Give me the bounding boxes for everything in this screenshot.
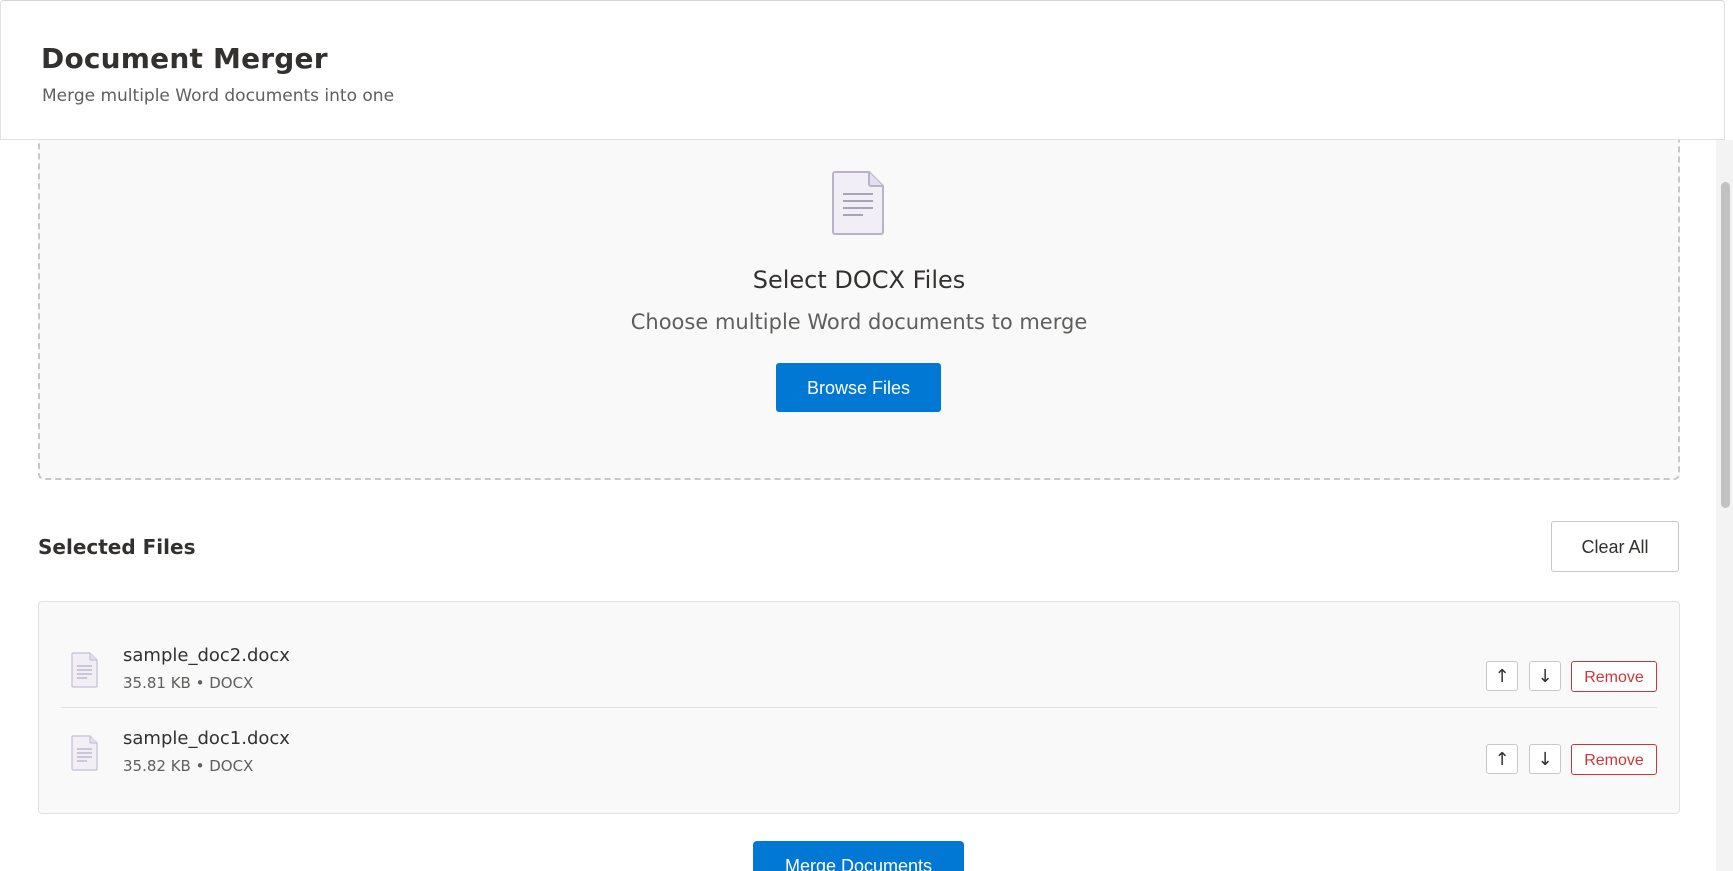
app-header: Document Merger Merge multiple Word docu… — [0, 0, 1725, 140]
merge-documents-button[interactable]: Merge Documents — [753, 841, 964, 871]
move-up-button[interactable]: ↑ — [1486, 661, 1518, 691]
file-name: sample_doc2.docx — [123, 645, 290, 666]
file-item: sample_doc2.docx 35.81 KB • DOCX ↑ ↓ Rem… — [61, 623, 1657, 708]
clear-all-button[interactable]: Clear All — [1551, 521, 1679, 572]
app-title: Document Merger — [41, 42, 328, 75]
move-down-button[interactable]: ↓ — [1529, 744, 1561, 774]
document-icon — [71, 652, 98, 688]
document-icon — [71, 735, 98, 771]
dropzone-subtitle: Choose multiple Word documents to merge — [630, 310, 1088, 334]
move-up-button[interactable]: ↑ — [1486, 744, 1518, 774]
file-meta: 35.82 KB • DOCX — [123, 757, 254, 775]
selected-files-heading: Selected Files — [38, 535, 196, 559]
selected-files-list: sample_doc2.docx 35.81 KB • DOCX ↑ ↓ Rem… — [38, 601, 1680, 814]
remove-file-button[interactable]: Remove — [1571, 661, 1657, 692]
dropzone-title: Select DOCX Files — [752, 266, 966, 294]
app-subtitle: Merge multiple Word documents into one — [42, 86, 395, 106]
remove-file-button[interactable]: Remove — [1571, 744, 1657, 775]
file-item: sample_doc1.docx 35.82 KB • DOCX ↑ ↓ Rem… — [61, 708, 1657, 792]
browse-files-button[interactable]: Browse Files — [776, 363, 941, 412]
document-merger-app: Select DOCX Files Choose multiple Word d… — [0, 0, 1733, 871]
move-down-button[interactable]: ↓ — [1529, 661, 1561, 691]
file-meta: 35.81 KB • DOCX — [123, 674, 254, 692]
file-name: sample_doc1.docx — [123, 728, 290, 749]
scrollbar-thumb[interactable] — [1721, 182, 1730, 508]
document-icon — [832, 171, 884, 235]
